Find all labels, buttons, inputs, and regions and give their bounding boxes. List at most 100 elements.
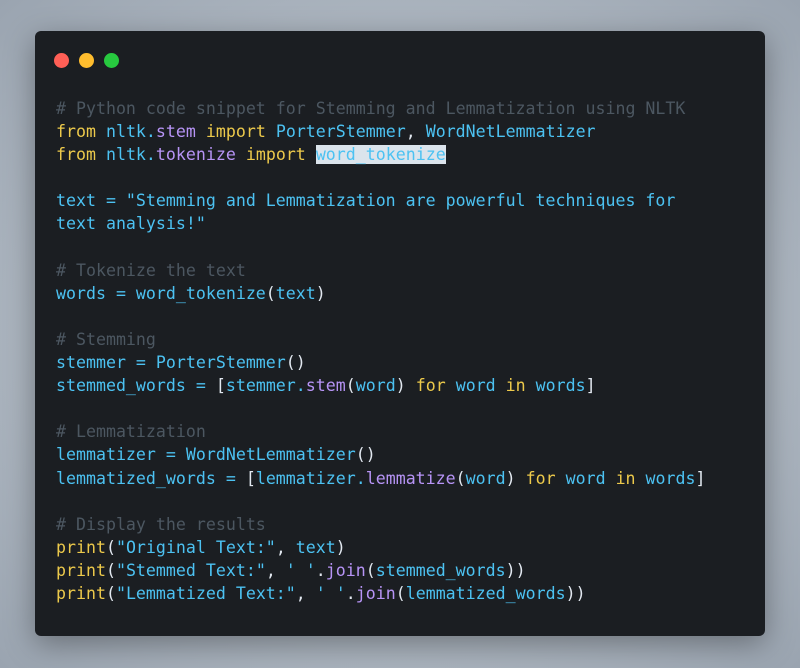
code-token: lemmatizer. (255, 468, 366, 488)
code-token: print (56, 537, 106, 557)
code-token: words (525, 376, 586, 396)
code-token: ( (265, 283, 276, 303)
code-token: lemmatize (365, 468, 456, 488)
code-line: stemmer = PorterStemmer() (56, 351, 755, 374)
maximize-button[interactable] (104, 53, 119, 68)
code-comment: # Lemmatization (56, 422, 206, 442)
code-token: print (56, 583, 106, 603)
code-line: lemmatized_words = [lemmatizer.lemmatize… (56, 467, 755, 490)
code-token: ] (695, 468, 706, 488)
code-line: print("Stemmed Text:", ' '.join(stemmed_… (56, 559, 755, 582)
code-line: ​ (56, 236, 755, 259)
code-token: nltk. (95, 122, 156, 142)
code-token: ) (335, 537, 346, 557)
code-line: ​ (56, 490, 755, 513)
code-token: lemmatized_words (405, 583, 566, 603)
code-token: () (285, 353, 306, 373)
code-line: from nltk.stem import PorterStemmer, Wor… (56, 120, 755, 143)
code-token: for (415, 376, 446, 396)
code-token: stemmed_words = (56, 376, 216, 396)
code-token: stemmer. (225, 376, 306, 396)
code-token: for (525, 468, 556, 488)
code-line: lemmatizer = WordNetLemmatizer() (56, 443, 755, 466)
code-token: stem (305, 376, 346, 396)
code-token: ' ' (315, 583, 346, 603)
code-token: word (445, 376, 506, 396)
code-token: ) (395, 376, 406, 396)
code-token: tokenize (155, 145, 236, 165)
code-line: words = word_tokenize(text) (56, 282, 755, 305)
code-token: lemmatized_words = (56, 468, 246, 488)
code-token: stem (155, 122, 196, 142)
code-line: # Display the results (56, 513, 755, 536)
code-token: [ (245, 468, 256, 488)
code-token: ( (365, 560, 376, 580)
code-line: from nltk.tokenize import word_tokenize (56, 143, 755, 166)
code-token: )) (565, 583, 586, 603)
code-token: ' ' (285, 560, 316, 580)
code-window: # Python code snippet for Stemming and L… (35, 31, 765, 636)
code-line: stemmed_words = [stemmer.stem(word) for … (56, 374, 755, 397)
code-token: , (275, 537, 296, 557)
close-button[interactable] (54, 53, 69, 68)
code-token: stemmed_words (375, 560, 506, 580)
code-comment: # Display the results (56, 514, 266, 534)
code-token: lemmatizer = WordNetLemmatizer (56, 445, 356, 465)
code-token: import (245, 145, 306, 165)
code-token: word (465, 468, 506, 488)
code-token: ( (105, 583, 116, 603)
window-controls (54, 53, 119, 68)
code-token: stemmer = PorterStemmer (56, 353, 286, 373)
code-token: ( (455, 468, 466, 488)
minimize-button[interactable] (79, 53, 94, 68)
code-token: in (615, 468, 636, 488)
code-token: "Lemmatized Text:" (115, 583, 296, 603)
code-token: ) (505, 468, 516, 488)
code-token: text = "Stemming and Lemmatization are p… (56, 191, 676, 211)
code-line: text = "Stemming and Lemmatization are p… (56, 189, 755, 212)
code-token: ( (105, 560, 116, 580)
code-token: words (635, 468, 696, 488)
code-token: text analysis!" (56, 214, 206, 234)
code-line: # Stemming (56, 328, 755, 351)
code-token: in (505, 376, 526, 396)
code-token: [ (215, 376, 226, 396)
code-line: # Lemmatization (56, 420, 755, 443)
code-token: word (355, 376, 396, 396)
code-token: . (345, 583, 356, 603)
code-token: "Original Text:" (115, 537, 276, 557)
code-token: ( (395, 583, 406, 603)
code-token: ( (345, 376, 356, 396)
code-token: word (555, 468, 616, 488)
code-token: )) (505, 560, 526, 580)
code-token: ) (315, 283, 326, 303)
code-token: WordNetLemmatizer (415, 122, 596, 142)
code-token: () (355, 445, 376, 465)
code-token: , (265, 560, 286, 580)
code-token: from (56, 145, 96, 165)
code-comment: # Tokenize the text (56, 260, 246, 280)
code-token: . (315, 560, 326, 580)
code-token: import (205, 122, 266, 142)
code-line: # Tokenize the text (56, 259, 755, 282)
code-line: ​ (56, 397, 755, 420)
code-token: words = word_tokenize (56, 283, 266, 303)
code-token: text (295, 537, 336, 557)
code-line: ​ (56, 305, 755, 328)
code-line: print("Original Text:", text) (56, 536, 755, 559)
code-editor[interactable]: # Python code snippet for Stemming and L… (56, 97, 755, 605)
code-token: join (355, 583, 396, 603)
code-line: ​ (56, 166, 755, 189)
code-comment: # Python code snippet for Stemming and L… (56, 99, 686, 118)
code-token: from (56, 122, 96, 142)
code-token: ] (585, 376, 596, 396)
code-line: # Python code snippet for Stemming and L… (56, 97, 755, 120)
code-token: print (56, 560, 106, 580)
code-token: text (275, 283, 316, 303)
code-token: , (295, 583, 316, 603)
code-line: text analysis!" (56, 212, 755, 235)
